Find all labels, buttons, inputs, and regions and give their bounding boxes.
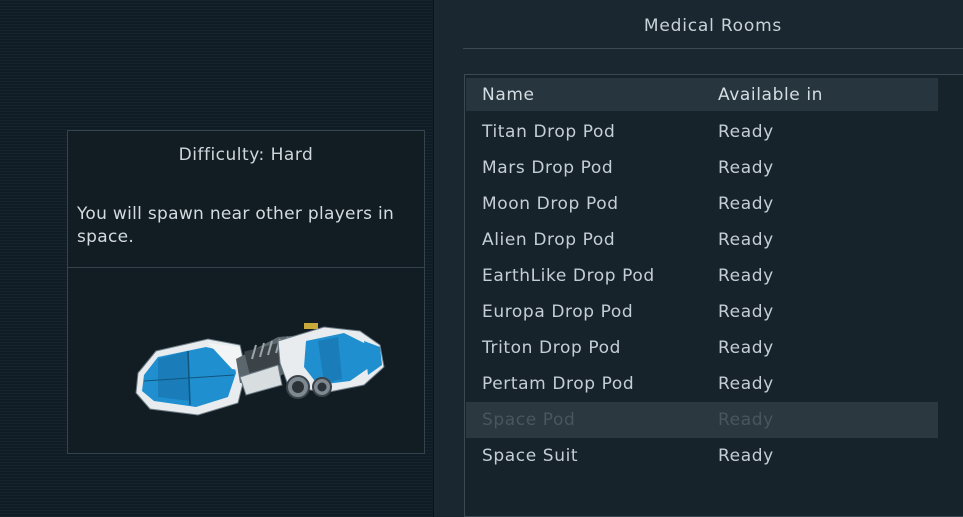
list-row-earthlike-drop-pod[interactable]: EarthLike Drop Pod Ready [466, 258, 938, 294]
column-header-name[interactable]: Name [482, 78, 535, 112]
list-row-titan-drop-pod[interactable]: Titan Drop Pod Ready [466, 114, 938, 150]
list-row-europa-drop-pod[interactable]: Europa Drop Pod Ready [466, 294, 938, 330]
list-row-pertam-drop-pod[interactable]: Pertam Drop Pod Ready [466, 366, 938, 402]
respawn-screen: Difficulty: Hard You will spawn near oth… [0, 0, 963, 517]
list-row-mars-drop-pod[interactable]: Mars Drop Pod Ready [466, 150, 938, 186]
row-name: Triton Drop Pod [482, 338, 621, 358]
row-status: Ready [718, 158, 774, 178]
card-divider [68, 267, 424, 268]
list-row-space-pod[interactable]: Space Pod Ready [466, 402, 938, 438]
row-status: Ready [718, 410, 774, 430]
list-row-moon-drop-pod[interactable]: Moon Drop Pod Ready [466, 186, 938, 222]
row-status: Ready [718, 446, 774, 466]
row-name: Mars Drop Pod [482, 158, 614, 178]
row-status: Ready [718, 230, 774, 250]
spawn-description: You will spawn near other players in spa… [77, 204, 395, 247]
spawn-info-card: Difficulty: Hard You will spawn near oth… [67, 130, 425, 454]
list-row-alien-drop-pod[interactable]: Alien Drop Pod Ready [466, 222, 938, 258]
row-name: Space Suit [482, 446, 579, 466]
list-row-triton-drop-pod[interactable]: Triton Drop Pod Ready [466, 330, 938, 366]
ship-illustration [135, 323, 385, 416]
row-name: Alien Drop Pod [482, 230, 616, 250]
row-status: Ready [718, 302, 774, 322]
medical-rooms-list[interactable]: Name Available in Titan Drop Pod Ready M… [464, 74, 963, 517]
drop-pod-ship-preview-icon [128, 301, 398, 431]
title-underline [463, 48, 963, 49]
row-status: Ready [718, 338, 774, 358]
row-name: Titan Drop Pod [482, 122, 616, 142]
column-header-available[interactable]: Available in [718, 78, 823, 112]
row-status: Ready [718, 266, 774, 286]
row-name: Moon Drop Pod [482, 194, 619, 214]
row-name: Pertam Drop Pod [482, 374, 635, 394]
difficulty-label: Difficulty: Hard [178, 145, 314, 165]
row-name: EarthLike Drop Pod [482, 266, 655, 286]
list-row-space-suit[interactable]: Space Suit Ready [466, 438, 938, 474]
row-status: Ready [718, 194, 774, 214]
row-status: Ready [718, 374, 774, 394]
row-name: Europa Drop Pod [482, 302, 634, 322]
row-name: Space Pod [482, 410, 576, 430]
row-status: Ready [718, 122, 774, 142]
panel-title: Medical Rooms [643, 16, 783, 36]
list-header: Name Available in [466, 78, 938, 111]
